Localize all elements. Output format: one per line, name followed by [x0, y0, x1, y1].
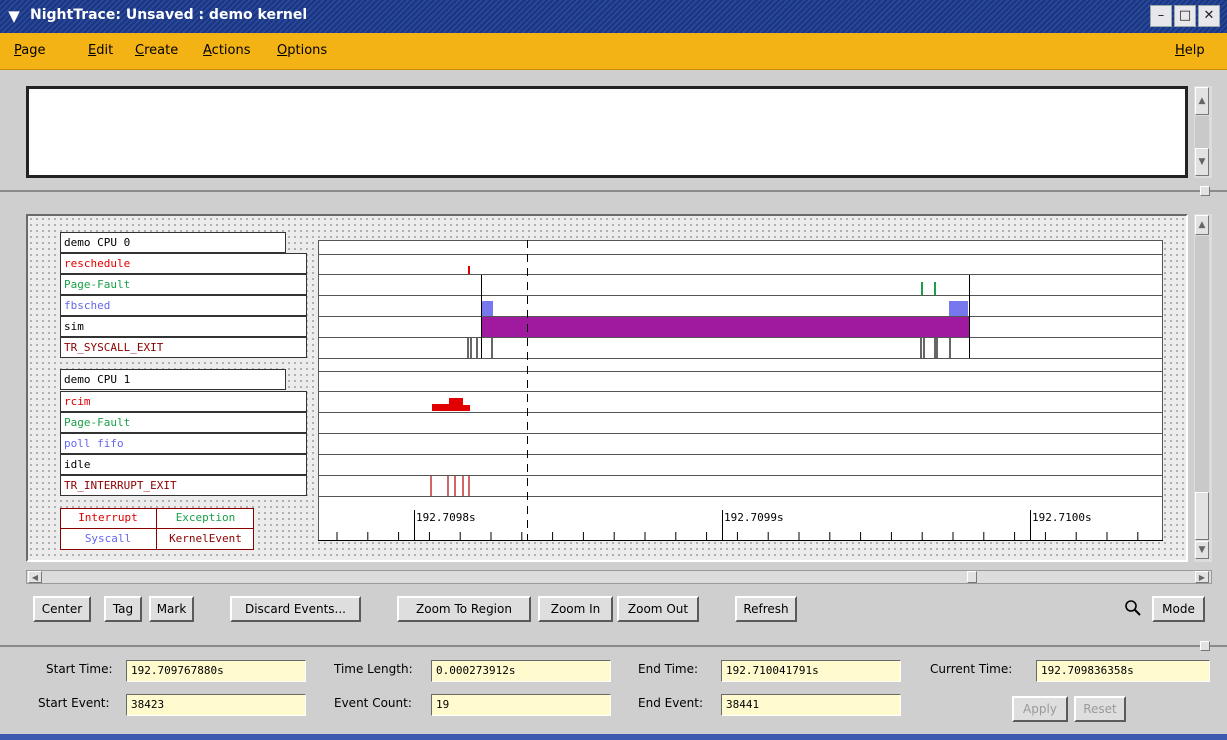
- interrupt-exit-events[interactable]: [430, 476, 470, 496]
- page-fault-event[interactable]: [934, 282, 936, 295]
- scroll-right-icon[interactable]: ▶: [1195, 571, 1209, 583]
- row-label[interactable]: sim: [60, 316, 307, 337]
- menu-help[interactable]: Help: [1175, 43, 1205, 58]
- menu-page[interactable]: Page: [14, 43, 45, 58]
- row-label[interactable]: Page-Fault: [60, 274, 307, 295]
- timeline-hscrollbar[interactable]: ◀ ▶: [26, 570, 1212, 584]
- refresh-button[interactable]: Refresh: [735, 596, 797, 622]
- menu-actions[interactable]: Actions: [203, 43, 251, 58]
- menu-create[interactable]: Create: [135, 43, 178, 58]
- legend-syscall: Syscall: [60, 529, 157, 550]
- event-count-label: Event Count:: [334, 696, 412, 710]
- scroll-up-icon[interactable]: ▲: [1195, 87, 1209, 115]
- axis-tick-label: 192.7098s: [416, 511, 476, 524]
- rcim-event[interactable]: [449, 398, 463, 411]
- start-time-label: Start Time:: [46, 662, 113, 676]
- group-label-cpu1[interactable]: demo CPU 1: [60, 369, 286, 390]
- row-label[interactable]: TR_SYSCALL_EXIT: [60, 337, 307, 358]
- maximize-icon[interactable]: □: [1174, 5, 1196, 27]
- window-title: NightTrace: Unsaved : demo kernel: [30, 7, 308, 23]
- start-event-label: Start Event:: [38, 696, 110, 710]
- group-label-cpu0[interactable]: demo CPU 0: [60, 232, 286, 253]
- reset-button[interactable]: Reset: [1074, 696, 1126, 722]
- event-count-field[interactable]: 19: [431, 694, 611, 716]
- window-bottom-border: [0, 734, 1227, 740]
- menu-bar: Page Edit Create Actions Options Help: [0, 33, 1227, 70]
- start-time-field[interactable]: 192.709767880s: [126, 660, 306, 682]
- rcim-event[interactable]: [432, 404, 449, 411]
- window-menu-icon[interactable]: ▼: [6, 7, 22, 25]
- scroll-up-icon[interactable]: ▲: [1195, 215, 1209, 235]
- legend-exception: Exception: [157, 508, 254, 529]
- reschedule-event[interactable]: [468, 266, 470, 274]
- sim-process-bar[interactable]: [482, 317, 969, 337]
- mark-button[interactable]: Mark: [149, 596, 194, 622]
- close-icon[interactable]: ✕: [1198, 5, 1220, 27]
- legend-kernel-event: KernelEvent: [169, 532, 242, 545]
- page-fault-event[interactable]: [921, 282, 923, 295]
- pane-divider: [0, 190, 1227, 192]
- current-time-label: Current Time:: [930, 662, 1013, 676]
- menu-options[interactable]: Options: [277, 43, 327, 58]
- scroll-down-icon[interactable]: ▼: [1195, 541, 1209, 559]
- upper-scrollbar[interactable]: ▲ ▼: [1194, 86, 1212, 178]
- menu-edit[interactable]: Edit: [88, 43, 113, 58]
- center-button[interactable]: Center: [33, 596, 91, 622]
- tag-button[interactable]: Tag: [104, 596, 142, 622]
- axis-tick-label: 192.7099s: [724, 511, 784, 524]
- upper-text-pane[interactable]: [26, 86, 1188, 178]
- fbsched-block[interactable]: [481, 301, 493, 316]
- legend-interrupt: Interrupt: [60, 508, 157, 529]
- row-label[interactable]: idle: [60, 454, 307, 475]
- scroll-left-icon[interactable]: ◀: [28, 571, 42, 583]
- time-length-field[interactable]: 0.000273912s: [431, 660, 611, 682]
- timeline-vscrollbar[interactable]: ▲ ▼: [1194, 214, 1212, 562]
- end-event-field[interactable]: 38441: [721, 694, 901, 716]
- fbsched-block[interactable]: [949, 301, 968, 316]
- end-time-label: End Time:: [638, 662, 699, 676]
- row-label[interactable]: TR_INTERRUPT_EXIT: [60, 475, 307, 496]
- axis-tick-label: 192.7100s: [1032, 511, 1092, 524]
- zoom-in-button[interactable]: Zoom In: [538, 596, 613, 622]
- pane-divider: [0, 645, 1227, 647]
- row-label[interactable]: rcim: [60, 391, 307, 412]
- scroll-thumb[interactable]: [1195, 492, 1209, 540]
- magnifier-icon[interactable]: [1123, 598, 1143, 618]
- hscroll-thumb[interactable]: [967, 571, 977, 583]
- syscall-exit-events[interactable]: [467, 338, 951, 358]
- title-bar: ▼ NightTrace: Unsaved : demo kernel – □ …: [0, 0, 1227, 33]
- pane-sash-handle[interactable]: [1200, 641, 1210, 651]
- start-event-field[interactable]: 38423: [126, 694, 306, 716]
- end-event-label: End Event:: [638, 696, 704, 710]
- end-time-field[interactable]: 192.710041791s: [721, 660, 901, 682]
- discard-events-button[interactable]: Discard Events...: [230, 596, 361, 622]
- zoom-to-region-button[interactable]: Zoom To Region: [397, 596, 531, 622]
- zoom-out-button[interactable]: Zoom Out: [617, 596, 699, 622]
- mode-button[interactable]: Mode: [1152, 596, 1205, 622]
- row-label[interactable]: poll fifo: [60, 433, 307, 454]
- pane-sash-handle[interactable]: [1200, 186, 1210, 196]
- scroll-down-icon[interactable]: ▼: [1195, 148, 1209, 176]
- minimize-icon[interactable]: –: [1150, 5, 1172, 27]
- time-length-label: Time Length:: [334, 662, 413, 676]
- rcim-event[interactable]: [463, 405, 470, 411]
- row-label[interactable]: Page-Fault: [60, 412, 307, 433]
- row-label[interactable]: fbsched: [60, 295, 307, 316]
- apply-button[interactable]: Apply: [1012, 696, 1068, 722]
- current-time-field[interactable]: 192.709836358s: [1036, 660, 1210, 682]
- row-label[interactable]: reschedule: [60, 253, 307, 274]
